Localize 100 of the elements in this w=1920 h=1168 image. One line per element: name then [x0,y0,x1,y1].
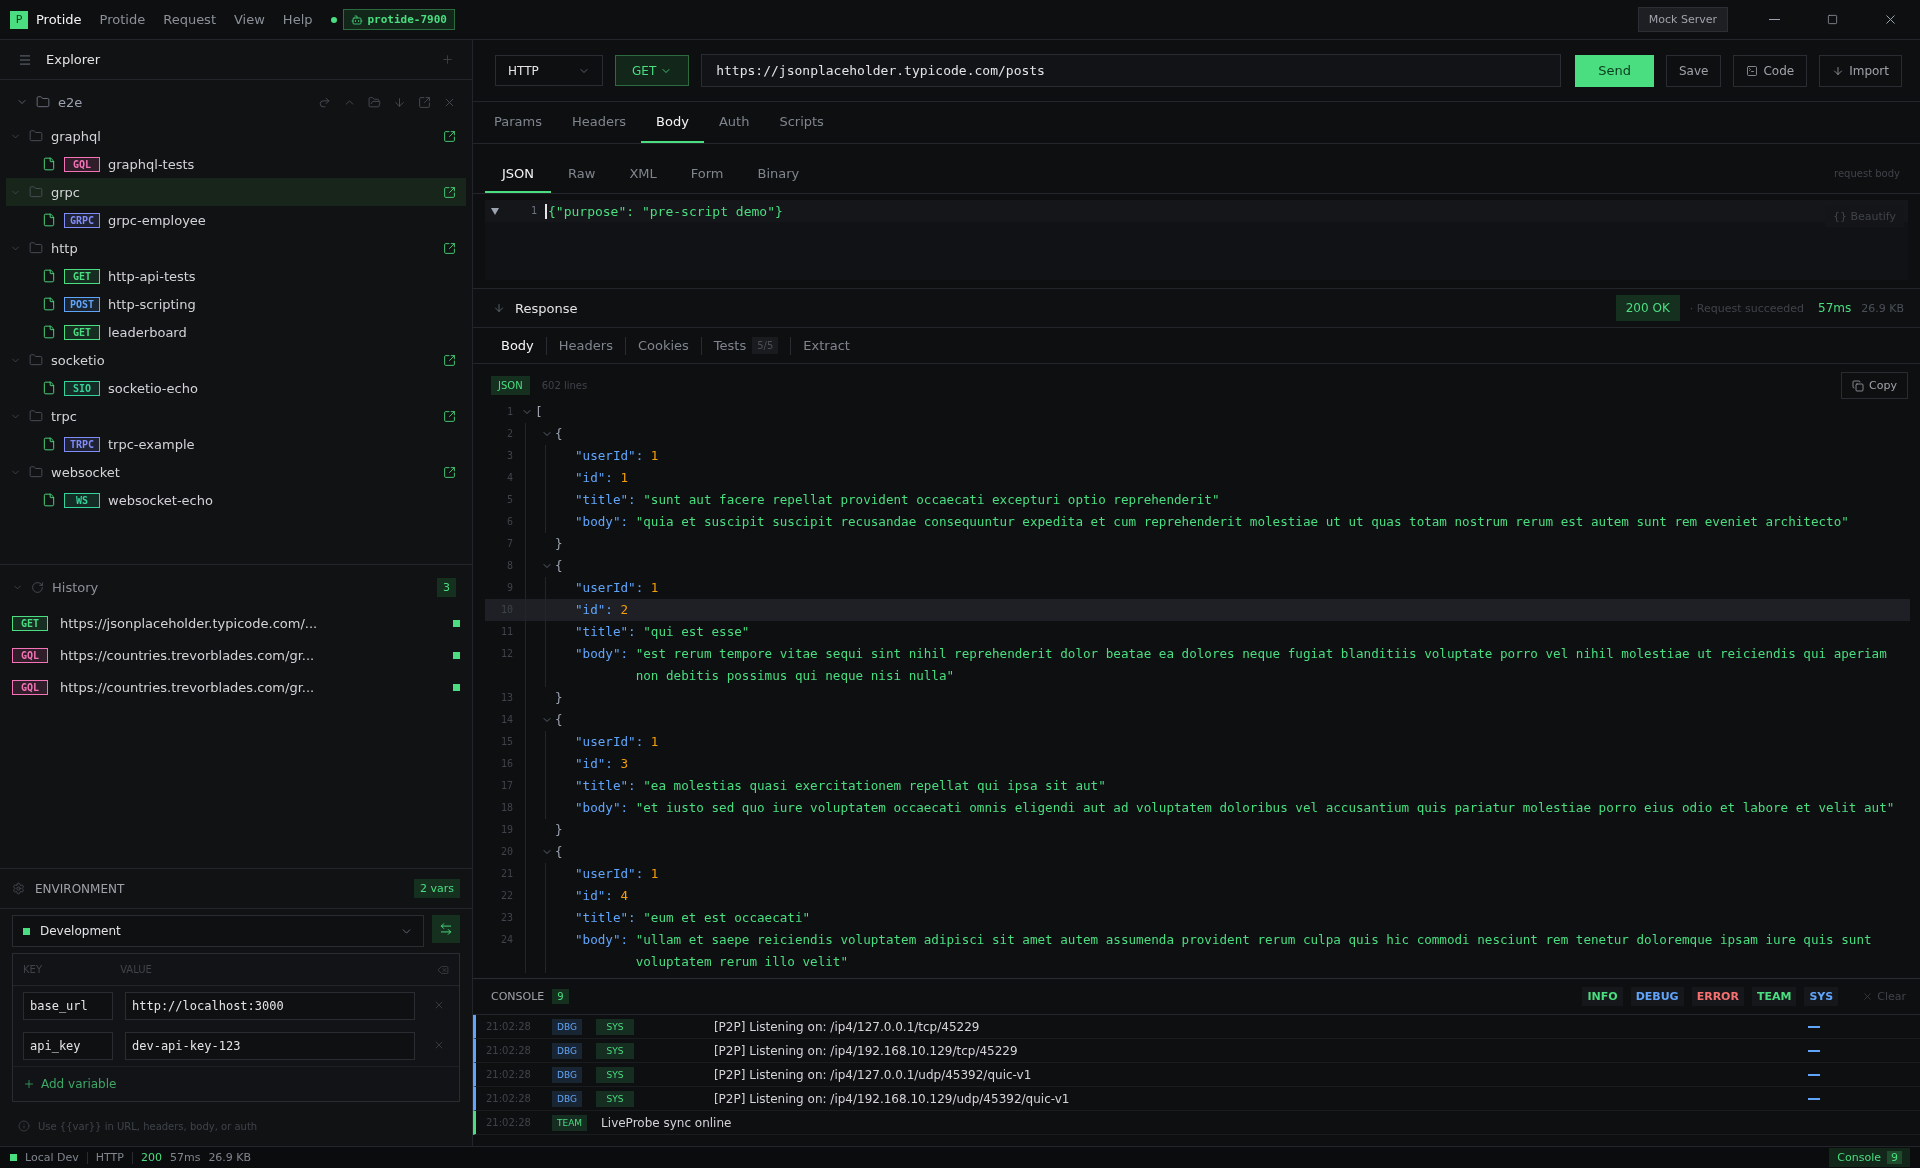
key-field[interactable]: base_url [23,992,113,1020]
key-field[interactable]: api_key [23,1032,113,1060]
folder-row[interactable]: grpc [6,178,466,206]
tab[interactable]: Params [479,102,557,143]
hint-text: request body [1834,168,1900,179]
value-field[interactable]: http://localhost:3000 [125,992,415,1020]
environment-select[interactable]: Development [12,915,424,947]
json-key: "userId": [575,577,644,599]
switch-environment-button[interactable] [432,915,460,943]
tab[interactable]: Headers [557,102,642,143]
value-field[interactable]: dev-api-key-123 [125,1032,415,1060]
menu-item[interactable]: Request [163,12,216,27]
timestamp: 21:02:28 [486,1093,532,1104]
tab[interactable]: Raw [551,154,613,193]
json-value: 2 [620,601,630,619]
instance-badge: protide-7900 [342,9,455,30]
filter-button[interactable]: DEBUG [1630,987,1684,1006]
line-number: 1 [529,204,538,218]
json-value: "qui est esse" [643,623,751,641]
file-icon [42,297,56,311]
tab[interactable]: JSON [485,154,552,193]
json-value: "sunt aut facere repellat provident occaecati excepturi optio reprehenderit" [643,491,1221,509]
request-row[interactable]: GQL graphql-tests [6,150,466,178]
code-bracket: { [555,711,563,729]
action-button[interactable]: Code [1733,54,1808,87]
folder-row[interactable]: graphql [6,122,466,150]
plus-icon [441,53,454,66]
log-message: LiveProbe sync online [601,1115,732,1130]
folder-icon [29,353,43,367]
request-row[interactable]: GET http-api-tests [6,262,466,290]
filter-button[interactable]: ERROR [1691,987,1744,1006]
console-button[interactable]: Console 9 [1829,1148,1910,1167]
line-number: 4 [505,471,514,485]
tree-root[interactable]: e2e [6,88,466,116]
action-button[interactable]: Send [1575,54,1654,87]
json-value: 4 [620,887,630,905]
history-item[interactable]: GQL https://countries.trevorblades.com/gr... [6,639,466,671]
folder-icon [29,241,43,255]
tab[interactable]: Extract [791,330,862,361]
menu-item[interactable]: Help [282,12,313,27]
request-row[interactable]: SIO socketio-echo [6,374,466,402]
info-icon [18,1120,30,1132]
json-key: "body": [575,511,629,533]
action-button[interactable]: Save [1665,54,1722,87]
json-key: "id": [575,467,613,489]
request-row[interactable]: WS websocket-echo [6,486,466,514]
json-value: "est rerum tempore vitae sequi sint nihil reprehenderit dolor beatae ea dolores neque fugiat blanditiis voluptate porro vel nihil molestiae ut reiciendis qui aperiam non debitis possimus qui neque nisi nulla" [635,645,1888,685]
filter-button[interactable]: SYS [1804,987,1839,1006]
json-value: "ullam et saepe reiciendis voluptatem adipisci sit amet autem assumenda provident rerum culpa quis hic commodi nesciunt rem tenetur doloremque ipsam iure quis sunt voluptatem rerum illo velit" [635,931,1873,971]
tab[interactable]: Body [489,330,546,361]
tab[interactable]: Body [641,102,704,143]
request-row[interactable]: GRPC grpc-employee [6,206,466,234]
dash-marker [1808,1049,1820,1052]
file-icon [42,493,56,507]
tab[interactable]: Cookies [625,330,701,361]
json-key: "title": [575,489,636,511]
folder-icon [29,185,43,199]
request-row[interactable]: GET leaderboard [6,318,466,346]
status-dot [330,16,337,23]
json-key: "id": [575,885,613,907]
add-variable-button[interactable]: Add variable [13,1066,459,1101]
method-select[interactable]: GET [615,55,690,86]
history-header[interactable]: History 3 [6,573,466,601]
json-key: "id": [575,599,613,621]
folder-open-icon [368,95,381,109]
action-button[interactable]: Import [1819,54,1902,87]
external-link-icon [443,353,456,367]
protocol-label: HTTP [95,1151,124,1164]
menu-icon [18,52,32,67]
folder-row[interactable]: socketio [6,346,466,374]
request-row[interactable]: TRPC trpc-example [6,430,466,458]
menu-item[interactable]: View [234,12,265,27]
section-title: ENVIRONMENT [35,881,125,896]
json-value: "ea molestias quasi exercitationem repellat qui ipsa sit aut" [643,777,1107,795]
code-bracket: { [555,425,563,443]
environment-name: Local Dev [25,1151,79,1164]
timestamp: 21:02:28 [486,1045,532,1056]
tab[interactable]: Form [673,154,741,193]
folder-row[interactable]: http [6,234,466,262]
filter-button[interactable]: TEAM [1751,987,1797,1006]
menu-item[interactable]: Protide [99,12,146,27]
line-number: 18 [499,801,514,815]
tab[interactable]: Auth [703,102,765,143]
line-number: 1 [505,405,514,419]
tab[interactable]: Headers [546,330,625,361]
history-item[interactable]: GQL https://countries.trevorblades.com/gr... [6,671,466,703]
request-row[interactable]: POST http-scripting [6,290,466,318]
folder-row[interactable]: websocket [6,458,466,486]
tab[interactable]: Binary [740,154,817,193]
mock-server-button[interactable]: Mock Server [1637,7,1728,32]
history-item[interactable]: GET https://jsonplaceholder.typicode.com/... [6,607,466,639]
copy-button[interactable]: Copy [1841,372,1908,399]
tab[interactable]: XML [612,154,674,193]
filter-button[interactable]: INFO [1582,987,1623,1006]
tab[interactable]: Scripts [764,102,839,143]
folder-row[interactable]: trpc [6,402,466,430]
line-number: 22 [499,889,514,903]
tab[interactable]: Tests 5/5 [701,329,791,362]
url-field[interactable]: https://jsonplaceholder.typicode.com/posts [701,54,1562,87]
protocol-select[interactable]: HTTP [495,55,603,86]
